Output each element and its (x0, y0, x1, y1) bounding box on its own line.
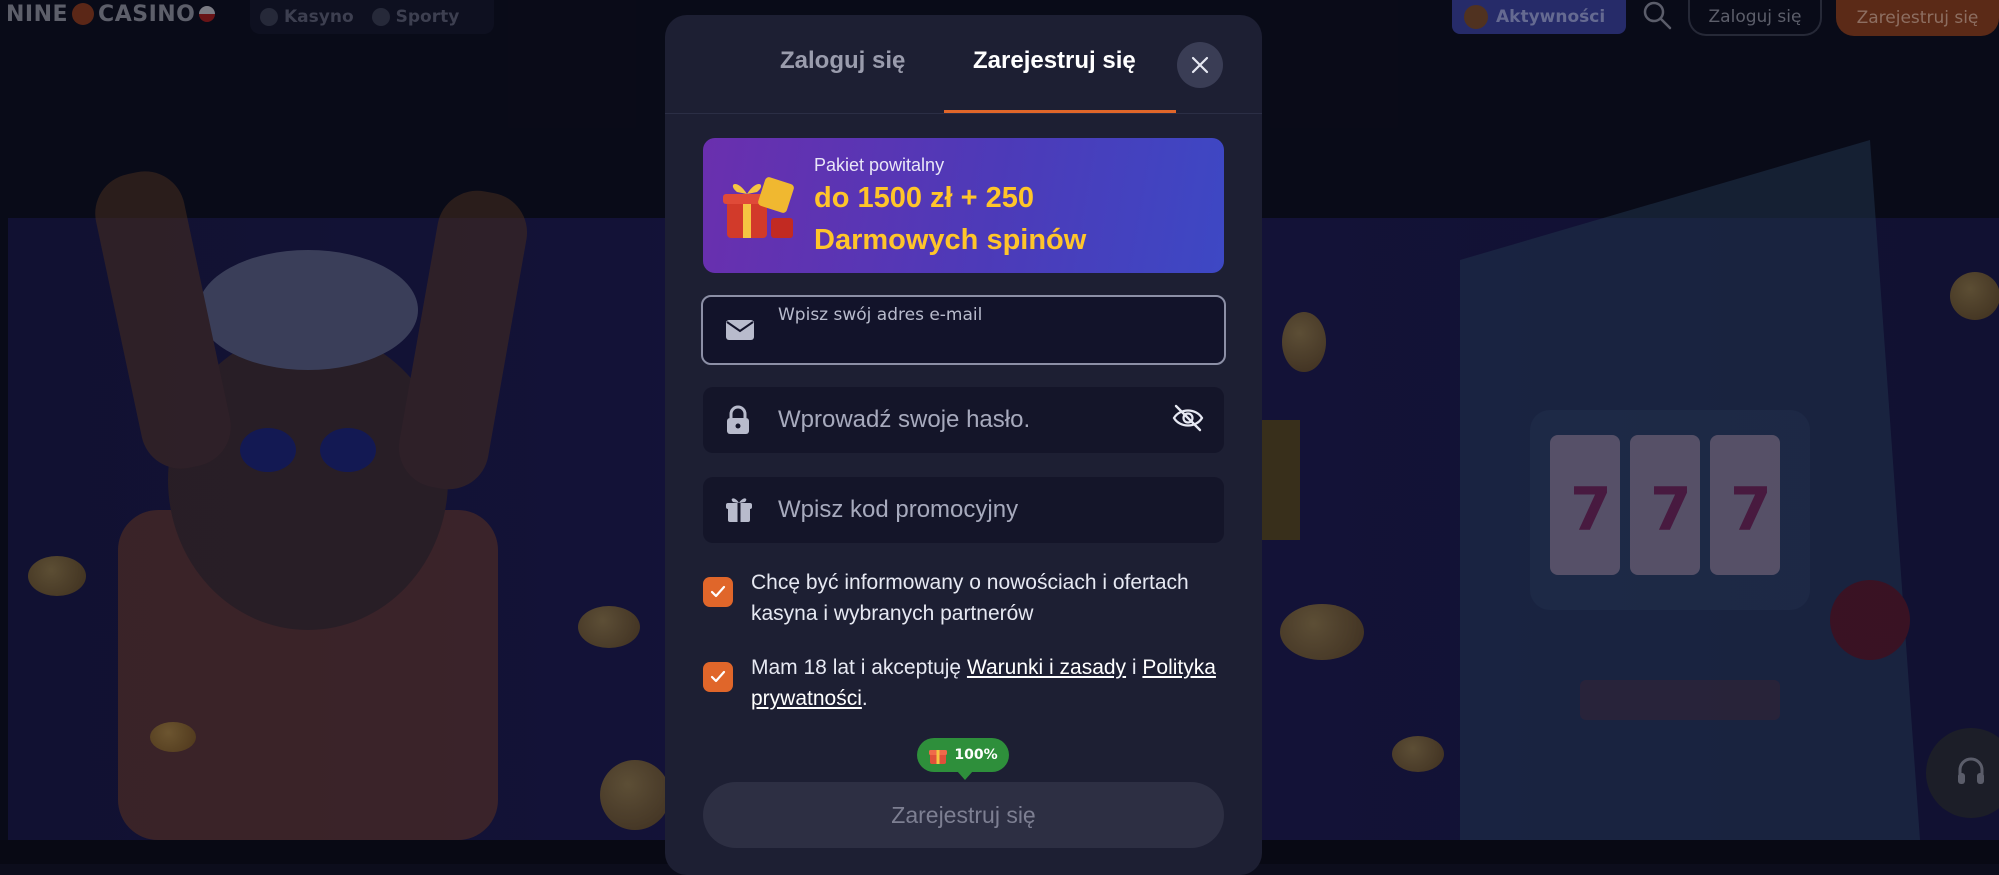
promo-label: Pakiet powitalny (814, 155, 944, 176)
terms-link[interactable]: Warunki i zasady (967, 656, 1126, 679)
close-button[interactable] (1177, 42, 1223, 88)
progress-value: 100% (954, 747, 997, 763)
eye-slash-icon (1172, 404, 1204, 432)
email-input[interactable] (778, 327, 1198, 353)
gift-icon (719, 170, 797, 246)
email-field-label: Wpisz swój adres e-mail (778, 305, 982, 325)
promo-code-field[interactable]: Wpisz kod promocyjny (703, 477, 1224, 543)
consent-age-text-before: Mam 18 lat i akceptuję (751, 656, 967, 679)
tab-register[interactable]: Zarejestruj się (973, 47, 1136, 75)
promo-amount: do 1500 zł + 250 (814, 182, 1034, 215)
password-field[interactable]: Wprowadź swoje hasło. (703, 387, 1224, 453)
password-placeholder: Wprowadź swoje hasło. (778, 406, 1030, 434)
promo-code-placeholder: Wpisz kod promocyjny (778, 496, 1018, 524)
envelope-icon (725, 319, 755, 341)
close-icon (1191, 56, 1209, 74)
checkmark-icon (710, 585, 726, 599)
consent-age-text-middle: i (1126, 656, 1142, 679)
tabs-divider (665, 113, 1262, 114)
gift-badge-icon (928, 745, 948, 765)
register-submit-button[interactable]: Zarejestruj się (703, 782, 1224, 848)
toggle-password-visibility[interactable] (1172, 404, 1204, 436)
consent-age-text-after: . (862, 687, 868, 710)
welcome-package-banner: Pakiet powitalny do 1500 zł + 250 Darmow… (703, 138, 1224, 273)
lock-icon (725, 405, 751, 435)
consent-age-text: Mam 18 lat i akceptuję Warunki i zasady … (751, 652, 1221, 714)
email-field[interactable]: Wpisz swój adres e-mail (701, 295, 1226, 365)
tab-login[interactable]: Zaloguj się (780, 47, 905, 75)
consent-news-checkbox[interactable] (703, 577, 733, 607)
auth-modal: Zaloguj się Zarejestruj się Pakiet powit… (665, 15, 1262, 875)
auth-tabs: Zaloguj się Zarejestruj się (665, 15, 1262, 113)
form-progress-badge: 100% (917, 738, 1009, 772)
promo-free-spins: Darmowych spinów (814, 224, 1086, 257)
consent-age-checkbox[interactable] (703, 662, 733, 692)
gift-small-icon (725, 496, 753, 524)
checkmark-icon (710, 670, 726, 684)
consent-news-text: Chcę być informowany o nowościach i ofer… (751, 567, 1221, 629)
